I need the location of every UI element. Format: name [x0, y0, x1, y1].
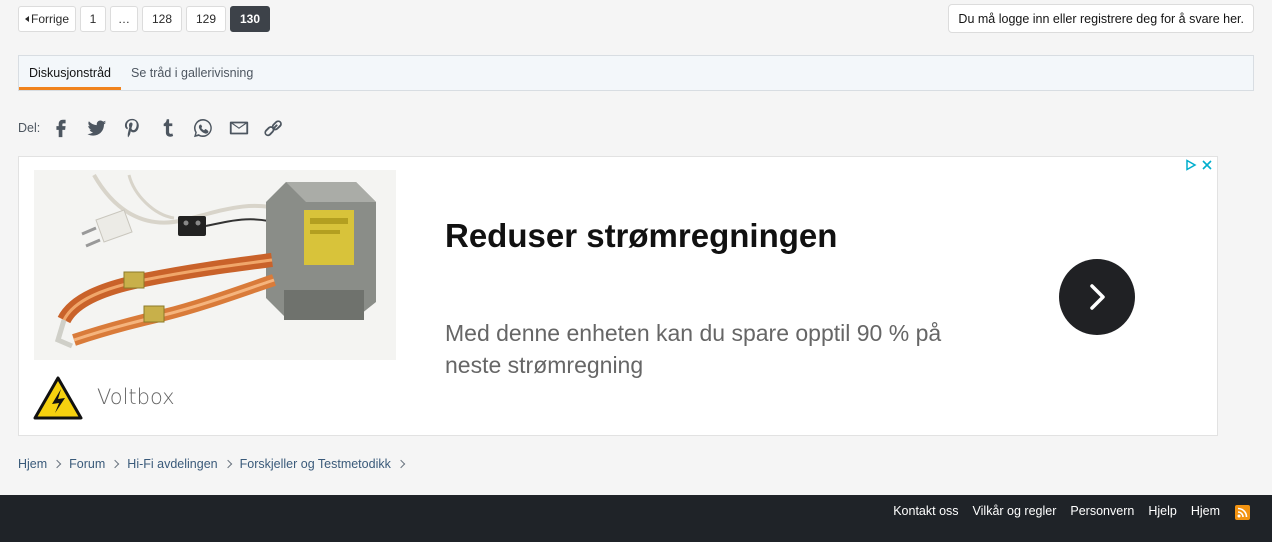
chevron-right-icon: [111, 459, 120, 469]
login-to-reply-notice[interactable]: Du må logge inn eller registrere deg for…: [948, 4, 1254, 33]
share-label: Del:: [18, 121, 41, 135]
warning-logo-icon[interactable]: [32, 375, 84, 421]
ad-advertiser-name[interactable]: Voltbox: [97, 385, 175, 409]
pagination: Forrige 1 … 128 129 130: [18, 6, 271, 32]
page-link-1[interactable]: 1: [80, 6, 107, 32]
tab-gallery-view[interactable]: Se tråd i gallerivisning: [121, 56, 263, 90]
rss-icon[interactable]: [1235, 505, 1250, 520]
breadcrumb-forum[interactable]: Forum: [69, 457, 105, 471]
page-link-128[interactable]: 128: [142, 6, 183, 32]
breadcrumb: Hjem Forum Hi-Fi avdelingen Forskjeller …: [18, 457, 413, 471]
footer-link-terms[interactable]: Vilkår og regler: [973, 504, 1057, 518]
caret-left-icon: [25, 16, 29, 22]
thread-view-tabs: Diskusjonstråd Se tråd i gallerivisning: [18, 55, 1254, 91]
ad-choices-icon[interactable]: [1185, 159, 1197, 171]
chevron-right-icon: [223, 459, 232, 469]
footer-link-contact[interactable]: Kontakt oss: [893, 504, 958, 518]
breadcrumb-home[interactable]: Hjem: [18, 457, 47, 471]
prev-page-button[interactable]: Forrige: [18, 6, 77, 32]
footer-link-home[interactable]: Hjem: [1191, 504, 1220, 518]
page-current-130[interactable]: 130: [230, 6, 271, 32]
tumblr-icon[interactable]: [156, 116, 180, 140]
email-icon[interactable]: [227, 116, 251, 140]
footer-link-privacy[interactable]: Personvern: [1070, 504, 1134, 518]
tab-discussion-thread[interactable]: Diskusjonstråd: [19, 56, 121, 90]
ad-headline[interactable]: Reduser strømregningen: [445, 217, 837, 255]
footer-link-help[interactable]: Hjelp: [1148, 504, 1177, 518]
ad-close-icon[interactable]: [1201, 159, 1213, 171]
ad-description[interactable]: Med denne enheten kan du spare opptil 90…: [445, 317, 985, 381]
chevron-right-icon: [52, 459, 62, 469]
prev-page-label: Forrige: [31, 12, 70, 26]
whatsapp-icon[interactable]: [191, 116, 215, 140]
pinterest-icon[interactable]: [120, 116, 144, 140]
link-icon[interactable]: [262, 116, 286, 140]
breadcrumb-hifi[interactable]: Hi-Fi avdelingen: [127, 457, 217, 471]
chevron-right-icon: [396, 459, 406, 469]
page-ellipsis[interactable]: …: [110, 6, 139, 32]
share-bar: Del:: [18, 116, 298, 140]
ad-open-button[interactable]: [1059, 259, 1135, 335]
ad-choices[interactable]: [1185, 159, 1213, 171]
ad-product-image[interactable]: [34, 170, 396, 360]
twitter-icon[interactable]: [85, 116, 109, 140]
page-link-129[interactable]: 129: [186, 6, 227, 32]
chevron-right-icon: [1090, 284, 1105, 310]
page-footer: Kontakt oss Vilkår og regler Personvern …: [0, 495, 1272, 542]
sponsored-ad[interactable]: Voltbox Reduser strømregningen Med denne…: [18, 156, 1218, 436]
breadcrumb-testmethods[interactable]: Forskjeller og Testmetodikk: [240, 457, 391, 471]
footer-links: Kontakt oss Vilkår og regler Personvern …: [893, 504, 1220, 518]
facebook-icon[interactable]: [49, 116, 73, 140]
